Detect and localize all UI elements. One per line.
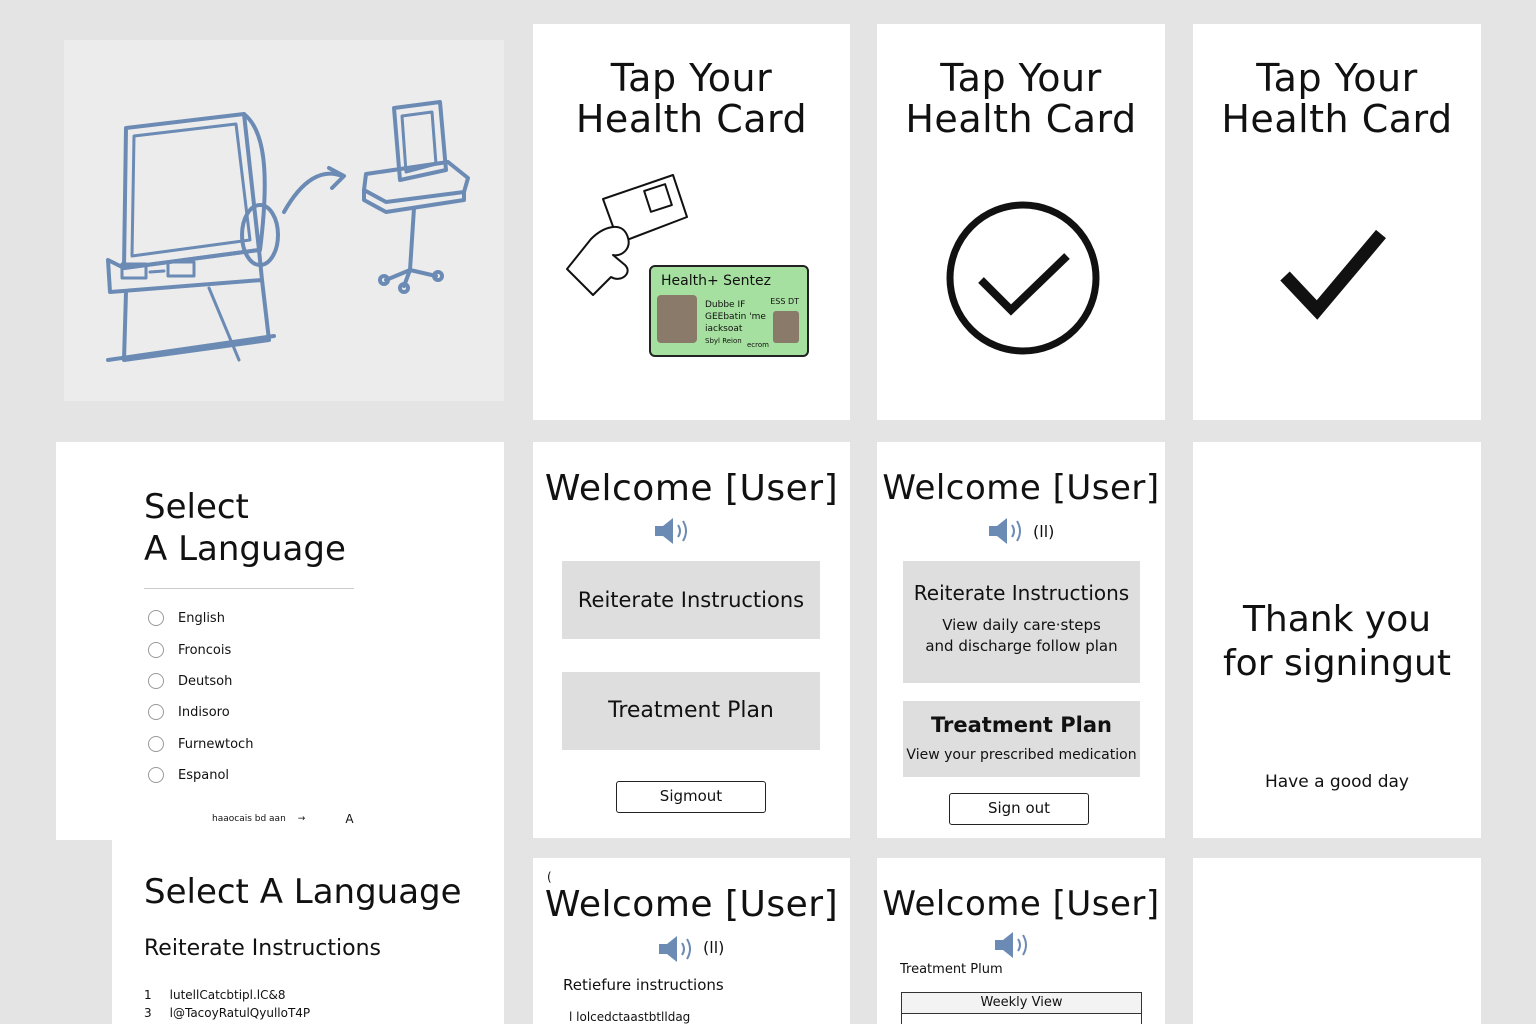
sign-out-button[interactable]: Sigmout [616,781,766,813]
radio-icon[interactable] [148,673,164,689]
language-option-espanol[interactable]: Espanol [148,765,229,785]
health-card-image: Health+ Sentez ESS DT Dubbe IF GEEbatin '… [649,265,809,357]
thank-you-message: Thank you for signingut [1223,599,1451,684]
button-subtext: and discharge follow plan [925,637,1118,655]
welcome-instructions-screen: ( Welcome [User] (ll) Retiefure instruct… [533,858,850,1024]
tap-card-screen: Tap Your Health Card Health+ Sentez ESS D… [533,24,850,420]
language-footer[interactable]: haaocais bd aan → A [212,812,354,826]
kiosk-sketch-panel [64,40,504,401]
audio-wave-icon: (ll) [703,938,725,957]
radio-icon[interactable] [148,610,164,626]
weekly-view-header: Weekly View [902,993,1141,1014]
speaker-icon[interactable] [657,934,697,964]
screen-title: Select A Language [144,487,346,569]
instructions-label: Retiefure instructions [563,976,724,994]
radio-icon[interactable] [148,767,164,783]
instruction-list-item: 3 l@TacoyRatulQyulloT4P [144,1006,311,1020]
instruction-list-item: 1 lutellCatcbtipl.lC&8 [144,988,286,1002]
arrow-right-icon[interactable]: → [298,814,306,824]
footer-text: haaocais bd aan [212,814,286,824]
welcome-title: Welcome [User] [882,884,1160,924]
welcome-title: Welcome [User] [544,468,839,509]
treatment-label: Treatment Plum [900,962,1003,977]
welcome-title: Welcome [User] [882,468,1160,508]
reiterate-instructions-button[interactable]: Reiterate Instructions View daily care·s… [903,561,1140,683]
option-label: Espanol [178,767,230,783]
title-divider [144,588,354,589]
portrait-image [657,295,697,343]
speaker-icon[interactable] [993,930,1033,960]
language-option-deutsoh[interactable]: Deutsoh [148,671,232,691]
language-option-english[interactable]: English [148,608,225,628]
welcome-detail-screen: Welcome [User] (ll) Reiterate Instructio… [877,442,1165,838]
instructions-screen: Select A Language Reiterate Instructions… [112,840,504,1024]
treatment-plan-button[interactable]: Treatment Plan View your prescribed medi… [903,701,1140,777]
language-option-froncois[interactable]: Froncois [148,640,231,660]
button-subtext: View daily care·steps [942,616,1101,634]
radio-icon[interactable] [148,736,164,752]
language-select-screen: Select A Language English Froncois Deutso… [56,442,504,840]
language-option-furnewtoch[interactable]: Furnewtoch [148,734,253,754]
welcome-title: Welcome [User] [544,884,839,925]
corner-mark: ( [547,870,552,884]
weekly-view-table[interactable]: Weekly View [901,992,1142,1024]
language-option-indisoro[interactable]: Indisoro [148,702,230,722]
button-label: Reiterate Instructions [913,581,1130,605]
tap-card-confirmed-screen: Tap Your Health Card [1193,24,1481,420]
option-label: Furnewtoch [178,736,254,752]
kiosk-illustration [106,100,470,362]
blank-screen [1193,858,1481,1024]
instructions-line: l lolcedctaastbtlldag [569,1010,691,1024]
sign-out-button[interactable]: Sign out [949,793,1089,825]
welcome-screen: Welcome [User] Reiterate Instructions Tr… [533,442,850,838]
option-label: Froncois [178,642,232,658]
option-label: Indisoro [178,704,230,720]
font-size-icon[interactable]: A [345,812,353,826]
section-heading: Reiterate Instructions [144,936,381,961]
reiterate-instructions-button[interactable]: Reiterate Instructions [562,561,820,639]
treatment-plan-button[interactable]: Treatment Plan [562,672,820,750]
portrait-small-image [773,311,799,343]
audio-wave-icon: (ll) [1033,522,1055,541]
radio-icon[interactable] [148,642,164,658]
option-label: Deutsoh [178,673,233,689]
screen-title: Tap Your Health Card [905,56,1137,141]
option-label: English [178,610,225,626]
checkmark-icon [1280,229,1386,320]
thank-you-screen: Thank you for signingut Have a good day [1193,442,1481,838]
button-label: Treatment Plan [931,713,1112,737]
check-circle-icon [946,201,1100,355]
farewell-text: Have a good day [1264,772,1409,792]
screen-title: Tap Your Health Card [575,56,808,141]
radio-icon[interactable] [148,704,164,720]
screen-title: Tap Your Health Card [1221,56,1453,141]
speaker-icon[interactable] [653,516,693,546]
speaker-icon[interactable] [987,516,1027,546]
screen-title: Select A Language [144,872,462,912]
button-subtext: View your prescribed medication [906,747,1137,763]
welcome-treatment-screen: Welcome [User] Treatment Plum Weekly Vie… [877,858,1165,1024]
tap-card-success-screen: Tap Your Health Card [877,24,1165,420]
